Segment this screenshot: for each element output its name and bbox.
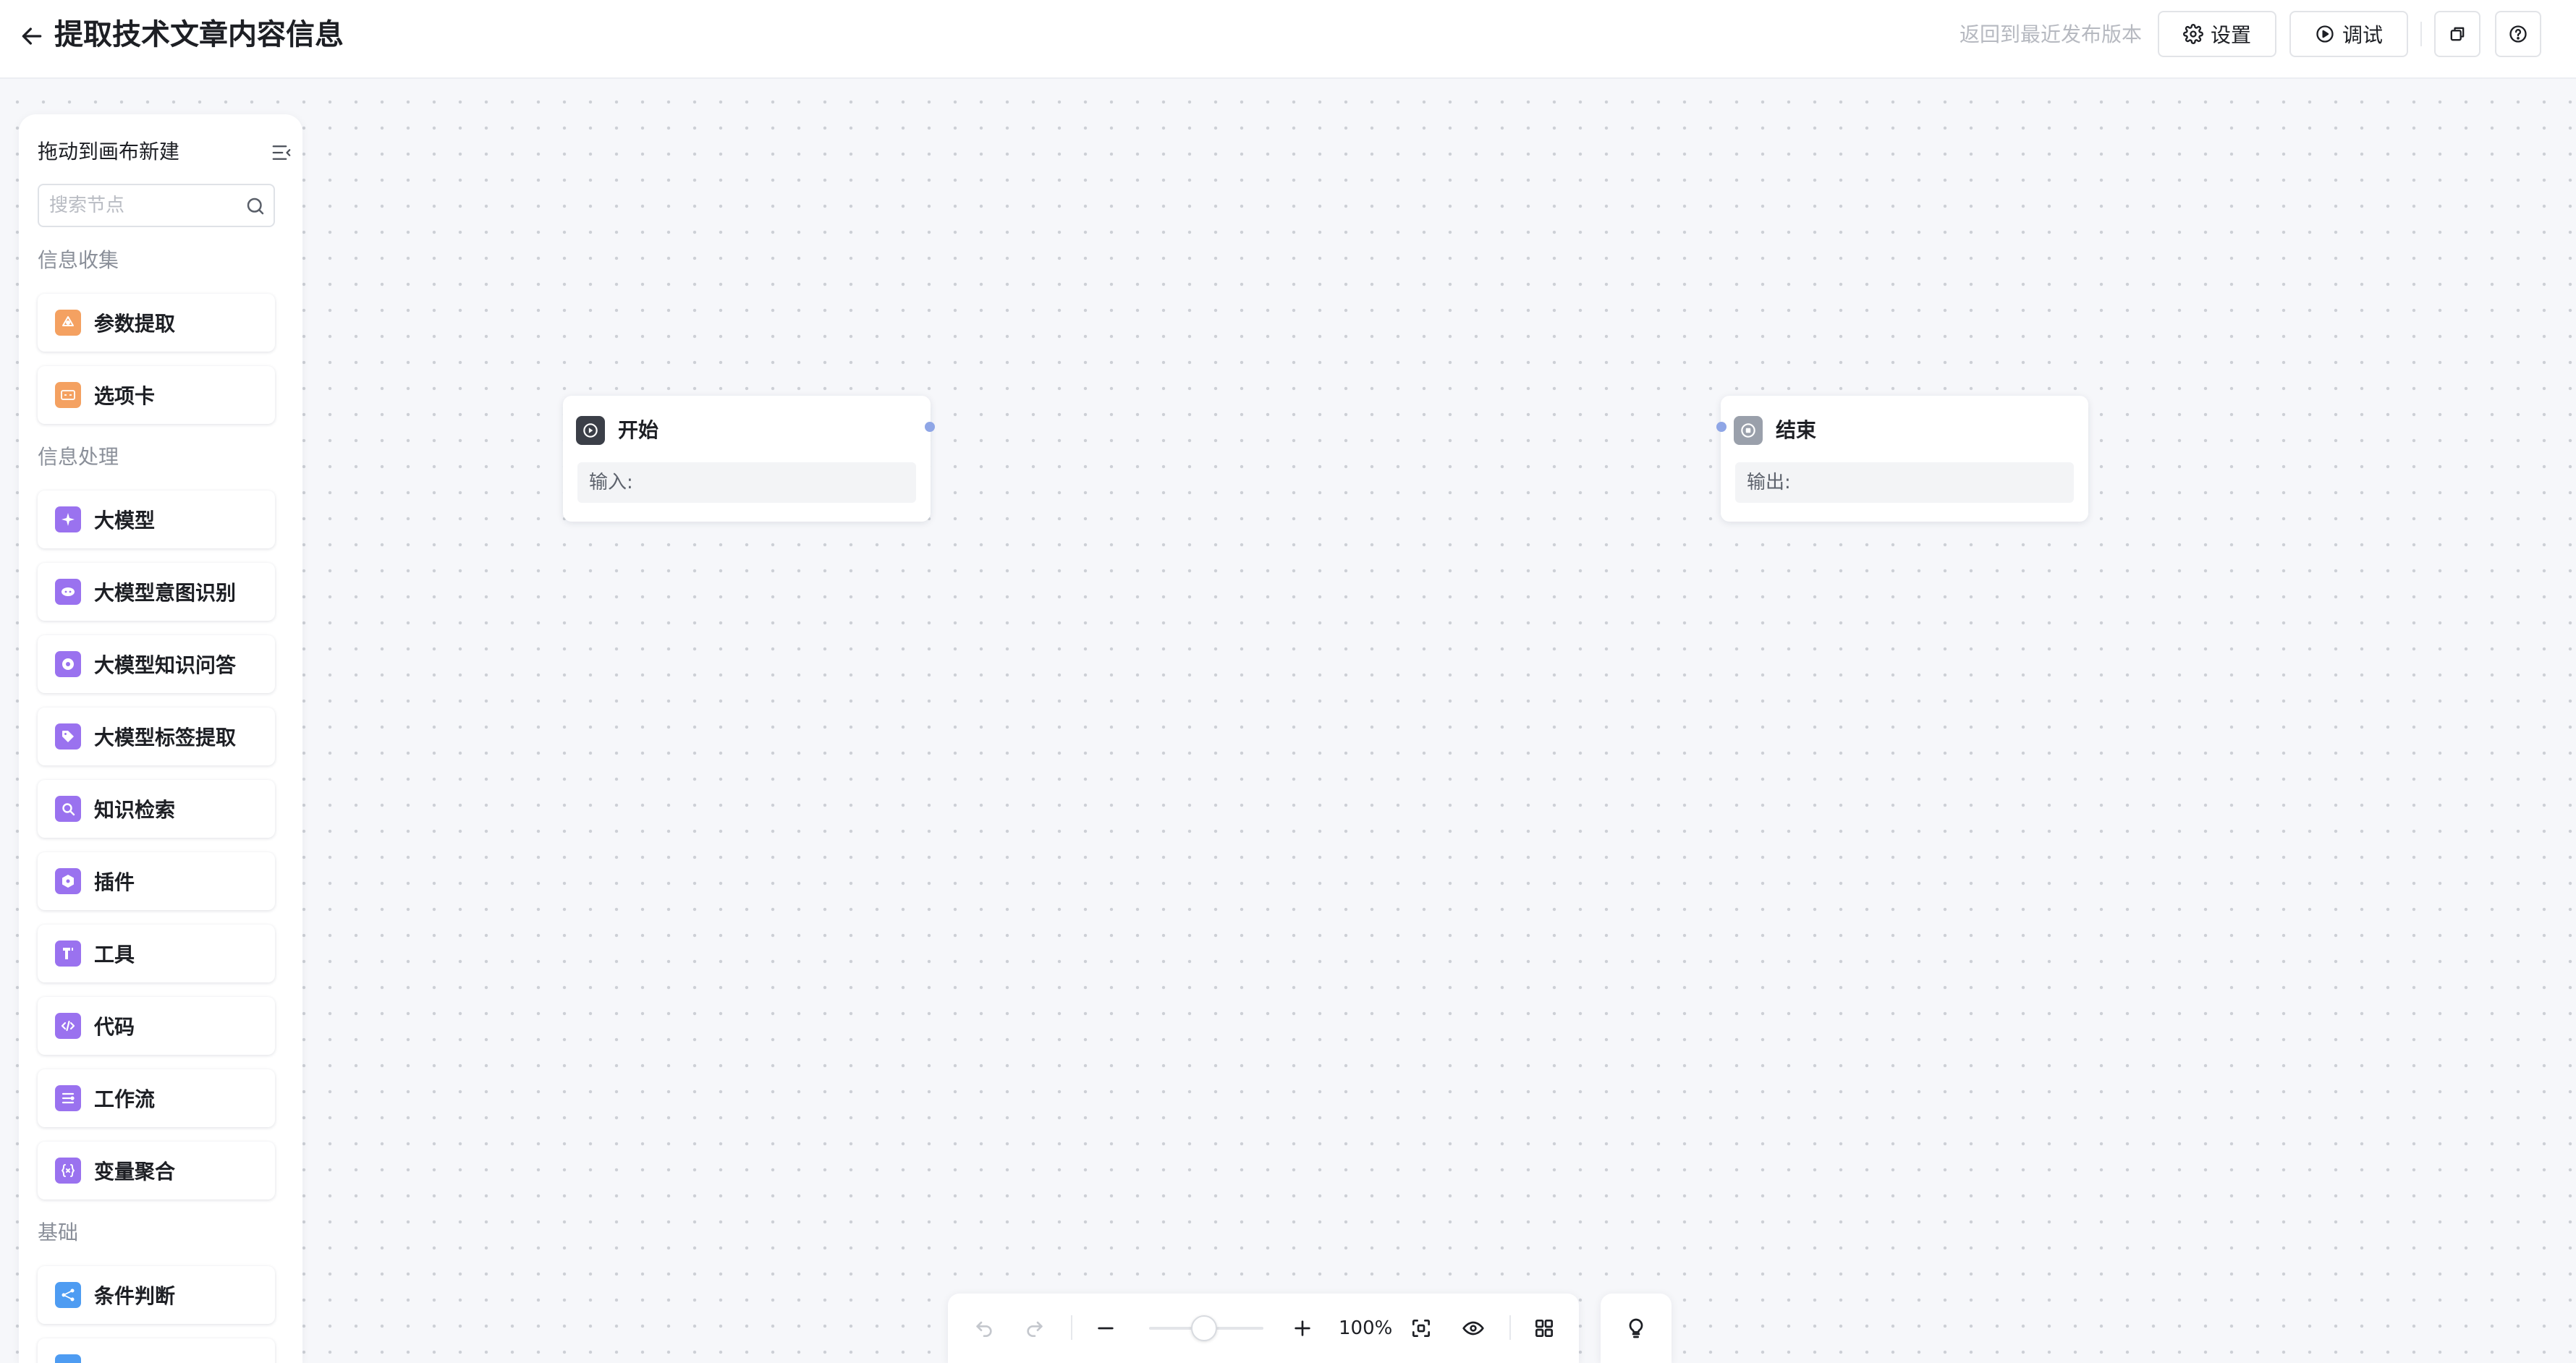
variable-aggregate-icon: [55, 1158, 81, 1184]
section-basic: 基础: [38, 1220, 79, 1244]
search-icon[interactable]: [245, 195, 266, 217]
node-item-label: 代码: [94, 1015, 135, 1039]
node-item-workflow[interactable]: 工作流: [38, 1069, 275, 1127]
fit-view-icon[interactable]: [1410, 1317, 1433, 1340]
workflow-icon: [55, 1085, 81, 1111]
node-item-plugin[interactable]: 插件: [38, 852, 275, 910]
node-item-variable-aggregate[interactable]: 变量聚合: [38, 1142, 275, 1199]
node-item-partial-next[interactable]: [38, 1338, 275, 1363]
sidebar-title: 拖动到画布新建: [38, 140, 180, 164]
start-node-title: 开始: [618, 418, 659, 442]
toolbar-divider: [1071, 1315, 1072, 1340]
node-item-label: 工具: [94, 943, 135, 967]
gear-icon: [2183, 24, 2203, 44]
lightbulb-icon: [1629, 1318, 1643, 1338]
header-divider: [2420, 22, 2422, 46]
copy-icon: [2450, 27, 2465, 41]
undo-icon[interactable]: [973, 1317, 996, 1340]
tips-button[interactable]: [1601, 1294, 1672, 1363]
node-item-tool[interactable]: 工具: [38, 925, 275, 982]
help-icon: [2509, 25, 2527, 43]
node-item-label: 大模型意图识别: [94, 581, 237, 605]
page-title: 提取技术文章内容信息: [54, 18, 344, 51]
plugin-icon: [55, 868, 81, 894]
node-item-label: 大模型标签提取: [94, 726, 237, 750]
search-box: [38, 184, 275, 227]
node-item-label: 参数提取: [94, 312, 176, 336]
help-button[interactable]: [2495, 11, 2541, 57]
condition-branch-icon: [55, 1282, 81, 1308]
collapse-sidebar-icon[interactable]: [271, 142, 292, 164]
debug-button[interactable]: 调试: [2289, 11, 2408, 57]
stop-icon: [1734, 416, 1763, 445]
tag-icon: [55, 723, 81, 750]
node-item-label: 知识检索: [94, 798, 176, 822]
workflow-canvas[interactable]: [0, 79, 2576, 1363]
start-node[interactable]: 开始 输入:: [563, 396, 931, 522]
node-item-label: 大模型: [94, 509, 156, 532]
node-item-label: 变量聚合: [94, 1160, 176, 1184]
toolbar-divider: [1509, 1315, 1511, 1340]
node-item-knowledge-qa[interactable]: 大模型知识问答: [38, 635, 275, 693]
node-item-knowledge-search[interactable]: 知识检索: [38, 780, 275, 838]
section-info-collection: 信息收集: [38, 248, 119, 272]
start-node-input-field[interactable]: 输入:: [577, 462, 916, 503]
node-item-label: 大模型知识问答: [94, 653, 237, 677]
play-icon: [576, 416, 605, 445]
debug-button-label: 调试: [2342, 23, 2383, 47]
copy-button[interactable]: [2434, 11, 2480, 57]
node-item-intent-recognition[interactable]: 大模型意图识别: [38, 563, 275, 621]
search-node-input[interactable]: [49, 191, 237, 220]
end-node-title: 结束: [1776, 418, 1817, 442]
zoom-in-icon[interactable]: [1291, 1317, 1314, 1340]
settings-button-label: 设置: [2210, 23, 2251, 47]
node-item-code[interactable]: 代码: [38, 997, 275, 1055]
parameter-extract-icon: [55, 310, 81, 336]
partial-node-icon: [55, 1354, 81, 1363]
node-palette-sidebar: 拖动到画布新建 信息收集 参数提取 选项卡 信息处理 大模型 大模型意图: [19, 114, 302, 1363]
code-icon: [55, 1013, 81, 1039]
node-item-label: 条件判断: [94, 1284, 176, 1308]
zoom-value: 100%: [1339, 1317, 1393, 1339]
node-item-option-card[interactable]: 选项卡: [38, 366, 275, 424]
node-item-label: 工作流: [94, 1087, 156, 1111]
end-node-input-port[interactable]: [1716, 422, 1726, 432]
top-header: 提取技术文章内容信息 返回到最近发布版本 设置 调试: [0, 0, 2576, 79]
section-info-processing: 信息处理: [38, 445, 119, 469]
node-item-label: 选项卡: [94, 384, 156, 408]
end-node-output-field[interactable]: 输出:: [1735, 462, 2074, 503]
sparkle-icon: [55, 506, 81, 532]
zoom-out-icon[interactable]: [1094, 1317, 1117, 1340]
back-arrow-icon[interactable]: [17, 22, 46, 51]
revert-to-published-link[interactable]: 返回到最近发布版本: [1959, 20, 2142, 49]
settings-button[interactable]: 设置: [2158, 11, 2276, 57]
node-item-condition-branch[interactable]: 条件判断: [38, 1266, 275, 1324]
tool-icon: [55, 940, 81, 967]
node-item-llm[interactable]: 大模型: [38, 491, 275, 548]
node-item-tag-extract[interactable]: 大模型标签提取: [38, 708, 275, 765]
eye-icon[interactable]: [1462, 1317, 1485, 1340]
option-card-icon: [55, 382, 81, 408]
end-node[interactable]: 结束 输出:: [1721, 396, 2088, 522]
node-item-label: 插件: [94, 870, 135, 894]
redo-icon[interactable]: [1023, 1317, 1046, 1340]
layout-grid-icon[interactable]: [1533, 1317, 1556, 1340]
knowledge-qa-icon: [55, 651, 81, 677]
node-item-parameter-extract[interactable]: 参数提取: [38, 294, 275, 352]
knowledge-search-icon: [55, 796, 81, 822]
zoom-slider-thumb[interactable]: [1191, 1315, 1217, 1341]
canvas-toolbar: 100%: [948, 1294, 1579, 1363]
intent-recognition-icon: [55, 579, 81, 605]
start-node-output-port[interactable]: [925, 422, 935, 432]
play-circle-icon: [2316, 25, 2334, 43]
